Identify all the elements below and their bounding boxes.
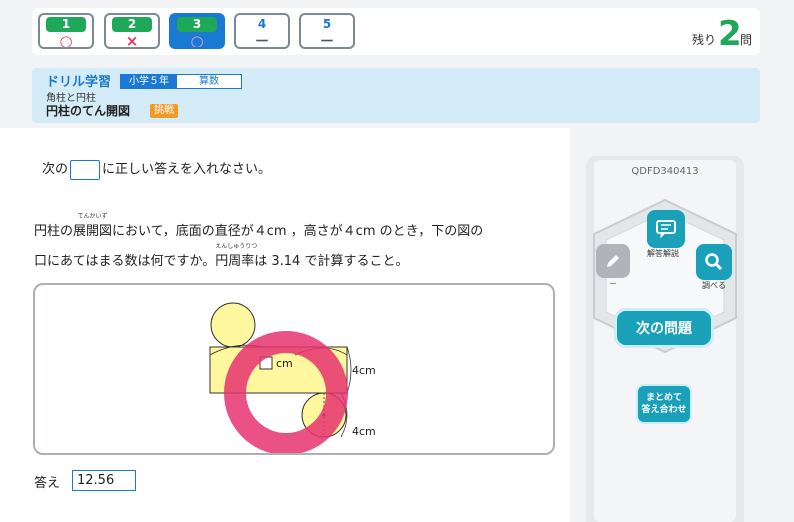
grade-all-line1: まとめて [645,393,682,403]
question-tab-result: × [125,32,139,49]
search-icon [696,244,732,280]
answer-label: 答え [34,476,61,491]
ruby-tenkaizu: てんかいず 展開図 [73,213,113,239]
lesson-title: 円柱のてん開図 [46,104,131,118]
grade-subject-badges: 小学５年 算数 [120,74,242,89]
question-tab-5[interactable]: 5 － [299,13,355,49]
subject-badge: 算数 [199,76,219,87]
blank-unit-label: cm [276,357,293,370]
question-tab-number: 1 [46,17,86,32]
lookup-button[interactable]: 調べる [696,244,732,291]
question-tab-result: － [254,32,270,49]
question-tab-result: ○ [190,32,204,49]
cylinder-net-svg: cm 4cm 4cm [209,302,376,455]
grade-badge: 小学５年 [121,75,177,88]
remaining-number: 2 [718,14,742,54]
question-tab-result: ○ [59,32,73,49]
drill-title: ドリル学習 [46,75,112,90]
comment-icon [647,210,685,248]
ruby-base: 展開図 [73,224,113,239]
ruby-reading: えんしゅうりつ [215,243,258,250]
remaining-prefix: 残り [692,33,717,47]
explanation-button[interactable]: 解答解説 [647,210,685,259]
challenge-badge: 挑戦 [150,104,178,118]
question-text: 口にあてはまる数は何ですか。 [34,254,216,269]
explanation-label: 解答解説 [647,249,679,258]
question-text: は 3.14 で計算すること。 [254,254,409,269]
question-tab-4[interactable]: 4 － [234,13,290,49]
blank-box-icon [70,160,101,180]
grade-all-button[interactable]: まとめて 答え合わせ [636,384,692,424]
question-tab-number: 2 [112,17,152,32]
question-id: QDFD340413 [631,166,699,177]
pencil-button: － [596,244,630,289]
question-tab-result: － [319,32,335,49]
question-tab-number: 3 [177,17,217,32]
lesson-header: ドリル学習 小学５年 算数 角柱と円柱 円柱のてん開図 挑戦 [32,68,760,123]
instruction: 次の に正しい答えを入れなさい。 [42,160,271,180]
grade-all-line2: 答え合わせ [641,405,687,415]
height-label: 4cm [352,364,376,377]
question-line-2: 口にあてはまる数は何ですか。 えんしゅうりつ 円周率は 3.14 で計算すること。 [34,243,409,269]
question-tab-1[interactable]: 1 ○ [38,13,94,49]
question-line-1: 円柱の てんかいず展開図において，底面の直径が４cm ，高さが４cm のとき，下の… [34,213,484,239]
pencil-dash: － [609,279,617,288]
remaining-suffix: 問 [740,33,753,47]
remaining-count: 残り 2 問 [692,10,752,54]
question-progress-bar: 1 ○ 2 × 3 ○ 4 － 5 － 残り 2 問 [32,8,760,55]
question-text: において，底面の直径が４cm ，高さが４cm のとき，下の図の [112,224,484,239]
ruby-enshuritsu: えんしゅうりつ円周率 [215,243,257,269]
instruction-pre: 次の [42,162,69,177]
top-base-circle [210,302,256,348]
question-area: 次の に正しい答えを入れなさい。 円柱の てんかいず展開図において，底面の直径が４… [0,128,570,522]
next-question-button[interactable]: 次の問題 [614,308,714,348]
question-tab-3[interactable]: 3 ○ [169,13,225,49]
question-text: 円柱の [34,224,74,239]
lookup-label: 調べる [702,281,726,290]
ruby-reading: てんかいず [77,213,108,220]
instruction-post: に正しい答えを入れなさい。 [102,162,272,177]
question-tab-2[interactable]: 2 × [104,13,160,49]
question-tab-number: 5 [322,17,332,31]
ruby-base: 円周率 [215,254,255,269]
button-dock: 解答解説 － 調べる 次の問題 [586,196,744,396]
diameter-label: 4cm [352,425,376,438]
answer-input[interactable] [72,470,136,491]
net-diagram: cm 4cm 4cm [33,283,555,455]
pencil-icon [596,244,630,278]
control-panel: QDFD340413 解答解説 － 調べる 次の問題 まとめて 答え合わせ [586,156,744,522]
question-tab-number: 4 [257,17,267,31]
